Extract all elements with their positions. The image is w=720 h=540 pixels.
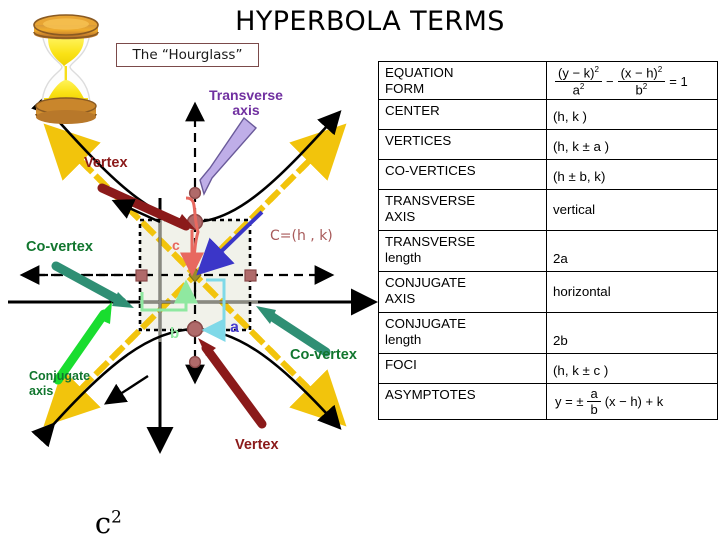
asym-lead: y = ± (555, 394, 584, 410)
label-vertex-top: Vertex (84, 155, 128, 171)
eqform-den2: b2 (635, 81, 648, 97)
vertex-lower-arrow (198, 338, 267, 429)
table-row: EQUATION FORM (y − k)2 a2 − (x − h)2 b2 =… (378, 60, 718, 101)
co-vertex-point-right (244, 269, 257, 282)
segment-b-label: b (170, 325, 179, 342)
eqform-num1: (y − k)2 (555, 66, 602, 82)
value-foci: (h, k ± c ) (546, 353, 718, 385)
label-co-vertex-left: Co-vertex (26, 239, 93, 255)
term-center: CENTER (378, 99, 547, 131)
value-transverse-axis: vertical (546, 189, 718, 232)
table-row: CONJUGATE AXIS horizontal (378, 271, 718, 314)
table-row: CENTER (h, k ) (378, 99, 718, 131)
focus-point-upper (188, 186, 202, 200)
term-co-vertices: CO-VERTICES (378, 159, 547, 191)
term-transverse-axis: TRANSVERSE AXIS (378, 189, 547, 232)
table-row: VERTICES (h, k ± a ) (378, 129, 718, 161)
table-row: CONJUGATE length 2b (378, 312, 718, 355)
vertex-point-lower (186, 320, 204, 338)
segment-a-label: a (230, 319, 239, 336)
pythagorean-equation: c2 = a2 + b2 (58, 472, 124, 540)
slide-canvas: HYPERBOLA TERMS The “Hourglass” c b a Tr… (0, 0, 720, 540)
eqform-num2: (x − h)2 (617, 66, 666, 82)
value-transverse-length: 2a (546, 230, 718, 273)
value-equation-form: (y − k)2 a2 − (x − h)2 b2 = 1 (546, 60, 718, 101)
co-vertex-right-arrow (256, 306, 331, 357)
eqform-equals: = 1 (669, 73, 688, 89)
term-equation-form: EQUATION FORM (378, 60, 547, 101)
co-vertex-point-left (135, 269, 148, 282)
table-row: TRANSVERSE AXIS vertical (378, 189, 718, 232)
focus-point-lower (188, 355, 202, 369)
asym-num: a (587, 387, 601, 403)
term-vertices: VERTICES (378, 129, 547, 161)
conjugate-axis-thin-pointer (103, 374, 149, 405)
table-row: FOCI (h, k ± c ) (378, 353, 718, 385)
value-conjugate-length: 2b (546, 312, 718, 355)
label-co-vertex-right: Co-vertex (290, 347, 357, 363)
asym-den: b (590, 402, 598, 418)
eq-c: c (94, 506, 112, 540)
value-vertices: (h, k ± a ) (546, 129, 718, 161)
term-conjugate-length: CONJUGATE length (378, 312, 547, 355)
value-asymptotes: y = ± a b (x − h) + k (546, 383, 718, 421)
hyperbola-terms-table: EQUATION FORM (y − k)2 a2 − (x − h)2 b2 =… (378, 60, 718, 421)
table-row: ASYMPTOTES y = ± a b (x − h) + k (378, 383, 718, 421)
asym-tail: (x − h) + k (604, 394, 664, 410)
table-row: TRANSVERSE length 2a (378, 230, 718, 273)
hyperbola-diagram: c b a (0, 80, 380, 460)
label-center-coordinates: C=(h , k) (270, 228, 333, 244)
term-conjugate-axis: CONJUGATE AXIS (378, 271, 547, 314)
label-transverse-axis: Transverse axis (209, 87, 283, 118)
hourglass-caption-box: The “Hourglass” (116, 43, 259, 67)
eqform-minus: − (605, 73, 614, 89)
hourglass-icon (24, 8, 108, 126)
value-center: (h, k ) (546, 99, 718, 131)
eq-c-exp: 2 (111, 506, 122, 527)
segment-c-label: c (172, 237, 180, 253)
value-co-vertices: (h ± b, k) (546, 159, 718, 191)
term-asymptotes: ASYMPTOTES (378, 383, 547, 421)
term-transverse-length: TRANSVERSE length (378, 230, 547, 273)
label-conjugate-axis: Conjugate axis (29, 369, 91, 398)
transverse-axis-arrow (199, 116, 258, 196)
term-foci: FOCI (378, 353, 547, 385)
eqform-den1: a2 (572, 81, 585, 97)
value-conjugate-axis: horizontal (546, 271, 718, 314)
hourglass-caption-text: The “Hourglass” (132, 47, 243, 63)
label-vertex-bottom: Vertex (235, 437, 279, 453)
page-title: HYPERBOLA TERMS (235, 6, 505, 37)
table-row: CO-VERTICES (h ± b, k) (378, 159, 718, 191)
